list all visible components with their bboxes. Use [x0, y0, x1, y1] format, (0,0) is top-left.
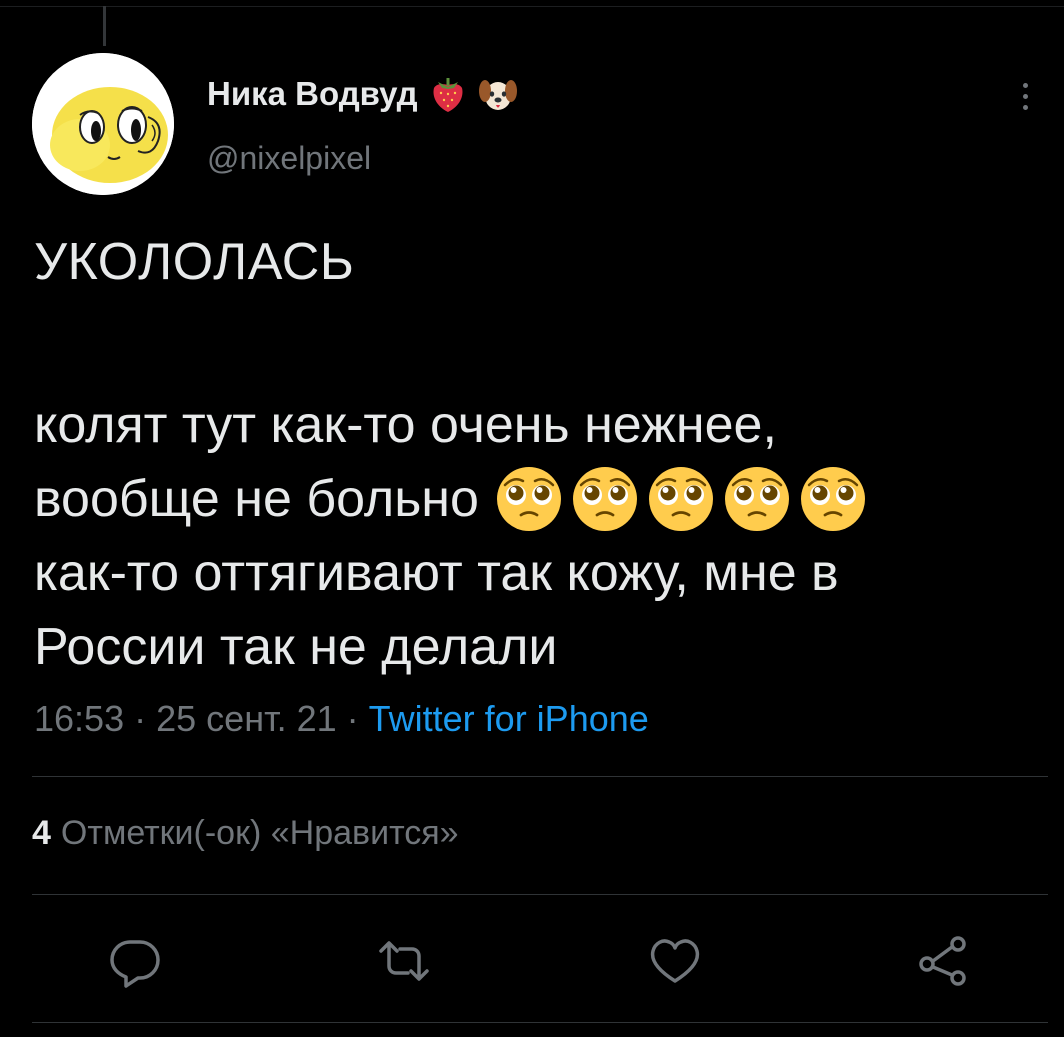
pleading-face-emoji-icon	[645, 463, 717, 535]
tweet-meta: 16:53 · 25 сент. 21 · Twitter for iPhone	[34, 698, 649, 740]
tweet-text-headline: УКОЛОЛАСЬ	[34, 233, 355, 291]
pleading-face-emoji-icon	[569, 463, 641, 535]
likes-summary[interactable]: 4 Отметки(-ок) «Нравится»	[32, 814, 459, 853]
more-dot	[1022, 93, 1028, 99]
more-dot	[1022, 104, 1028, 110]
divider	[32, 894, 1048, 895]
author-name-row[interactable]: Ника Водвуд	[207, 74, 518, 114]
tweet-text-line-4: России так не делали	[34, 618, 558, 676]
author-username[interactable]: @nixelpixel	[207, 140, 371, 177]
tweet-text-line: как-то оттягивают так кожу, мне в	[34, 536, 839, 610]
avatar[interactable]	[32, 53, 174, 195]
share-button[interactable]	[916, 934, 970, 988]
emoji-row	[493, 463, 869, 535]
tweet-text-line: колят тут как-то очень нежнее,	[34, 388, 777, 462]
heart-icon	[650, 939, 700, 983]
tweet-text-line: России так не делали	[34, 610, 557, 684]
pleading-face-emoji-icon	[721, 463, 793, 535]
top-border	[0, 6, 1064, 7]
author-display-name[interactable]: Ника Водвуд	[207, 75, 418, 113]
strawberry-emoji-icon	[428, 74, 468, 114]
more-dot	[1022, 82, 1028, 88]
reply-icon	[110, 940, 160, 988]
meta-separator: ·	[134, 698, 147, 739]
more-options-icon[interactable]	[1010, 74, 1040, 118]
likes-label: Отметки(-ок) «Нравится»	[60, 814, 459, 852]
divider	[32, 776, 1048, 777]
tweet-text-line: вообще не больно	[34, 462, 869, 536]
avatar-image	[32, 53, 174, 195]
tweet-date[interactable]: 25 сент. 21	[156, 698, 337, 739]
retweet-button[interactable]	[377, 934, 431, 988]
retweet-icon	[379, 941, 429, 981]
divider	[32, 1022, 1048, 1023]
likes-count: 4	[32, 814, 51, 852]
tweet-text-line-3: как-то оттягивают так кожу, мне в	[34, 544, 839, 602]
dog-face-emoji-icon	[478, 74, 518, 114]
like-button[interactable]	[648, 934, 702, 988]
pleading-face-emoji-icon	[493, 463, 565, 535]
tweet-text-line-1: колят тут как-то очень нежнее,	[34, 396, 777, 454]
pleading-face-emoji-icon	[797, 463, 869, 535]
share-icon	[919, 936, 966, 986]
reply-button[interactable]	[108, 934, 162, 988]
meta-separator: ·	[346, 698, 359, 739]
tweet-time[interactable]: 16:53	[34, 698, 124, 739]
thread-connector-line	[103, 6, 106, 46]
tweet-source-link[interactable]: Twitter for iPhone	[369, 698, 649, 739]
tweet-text-line-2: вообще не больно	[34, 470, 479, 528]
